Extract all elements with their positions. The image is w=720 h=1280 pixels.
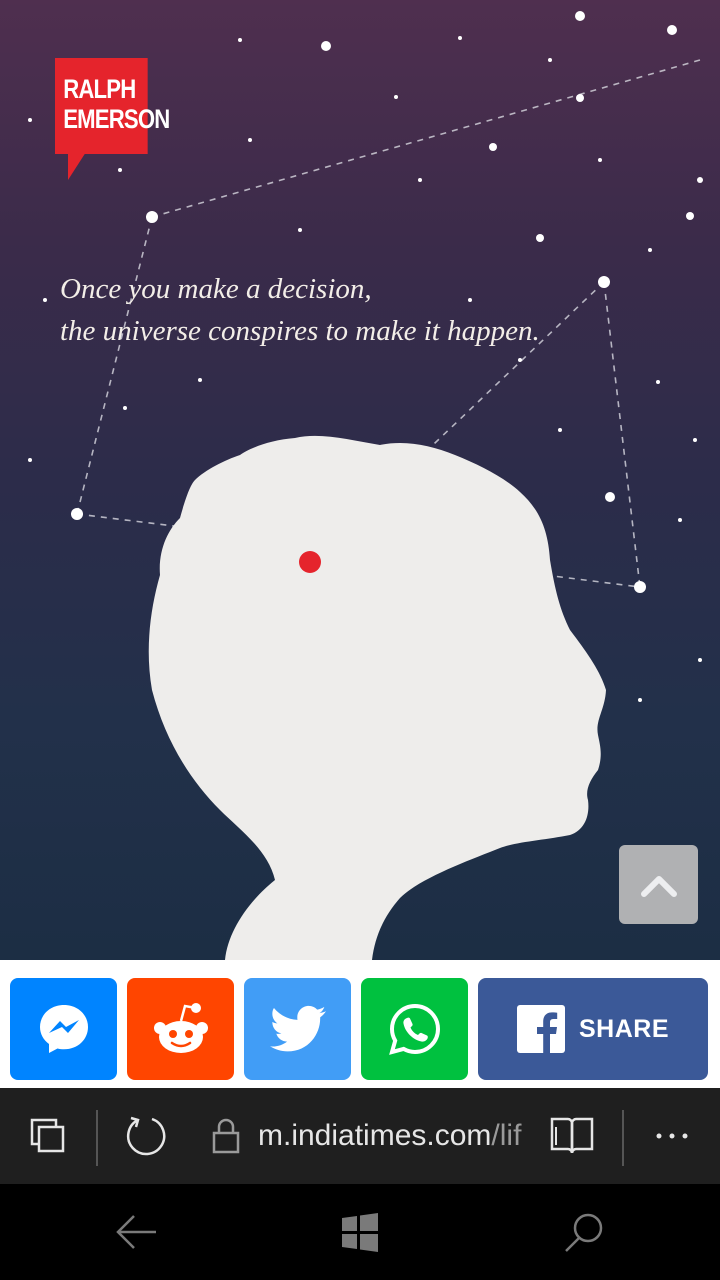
facebook-icon: [516, 1005, 565, 1053]
whatsapp-share-button[interactable]: [361, 978, 468, 1080]
share-bar: SHARE: [0, 960, 720, 1088]
browser-toolbar: m.indiatimes.com/lif: [0, 1088, 720, 1184]
search-icon: [565, 1213, 603, 1252]
scroll-to-top-button[interactable]: [619, 845, 698, 924]
head-silhouette: [148, 435, 606, 960]
author-last-name: EMERSON: [63, 104, 170, 134]
reading-view-button[interactable]: [542, 1088, 602, 1184]
quote-line-1: Once you make a decision,: [60, 273, 372, 305]
more-dots-icon: [656, 1133, 688, 1139]
twitter-share-button[interactable]: [244, 978, 351, 1080]
chevron-up-icon: [640, 875, 677, 897]
author-first-name: RALPH: [63, 74, 136, 104]
start-button[interactable]: [324, 1184, 396, 1280]
back-button[interactable]: [100, 1184, 172, 1280]
refresh-button[interactable]: [116, 1088, 176, 1184]
facebook-share-button[interactable]: SHARE: [478, 978, 708, 1080]
search-button[interactable]: [548, 1184, 620, 1280]
tabs-button[interactable]: [18, 1088, 78, 1184]
facebook-share-label: SHARE: [578, 1014, 669, 1043]
messenger-icon: [39, 1005, 88, 1053]
reddit-icon: [153, 1003, 208, 1053]
badge-tail: [68, 152, 86, 180]
tabs-icon: [30, 1118, 65, 1153]
system-nav-bar: [0, 1184, 720, 1280]
messenger-share-button[interactable]: [10, 978, 117, 1080]
quote-text: Once you make a decision, the universe c…: [60, 268, 540, 352]
address-bar[interactable]: m.indiatimes.com/lif: [258, 1088, 521, 1184]
whatsapp-icon: [388, 1003, 440, 1055]
url-path: /lif: [491, 1119, 522, 1152]
article-image: RALPH EMERSON Once you make a decision, …: [0, 0, 720, 960]
back-arrow-icon: [116, 1215, 156, 1249]
more-menu-button[interactable]: [642, 1088, 702, 1184]
url-host: m.indiatimes.com: [258, 1119, 492, 1152]
author-badge: RALPH EMERSON: [55, 58, 170, 154]
twitter-bird-icon: [269, 1005, 326, 1052]
book-icon: [550, 1117, 594, 1154]
reddit-share-button[interactable]: [127, 978, 234, 1080]
refresh-icon: [126, 1116, 166, 1156]
lock-indicator: [206, 1088, 246, 1184]
toolbar-divider: [622, 1110, 624, 1166]
toolbar-divider: [96, 1110, 98, 1166]
lock-icon: [212, 1118, 240, 1154]
quote-line-2: the universe conspires to make it happen…: [60, 315, 540, 347]
windows-logo-icon: [342, 1213, 378, 1252]
mind-dot: [299, 551, 321, 573]
